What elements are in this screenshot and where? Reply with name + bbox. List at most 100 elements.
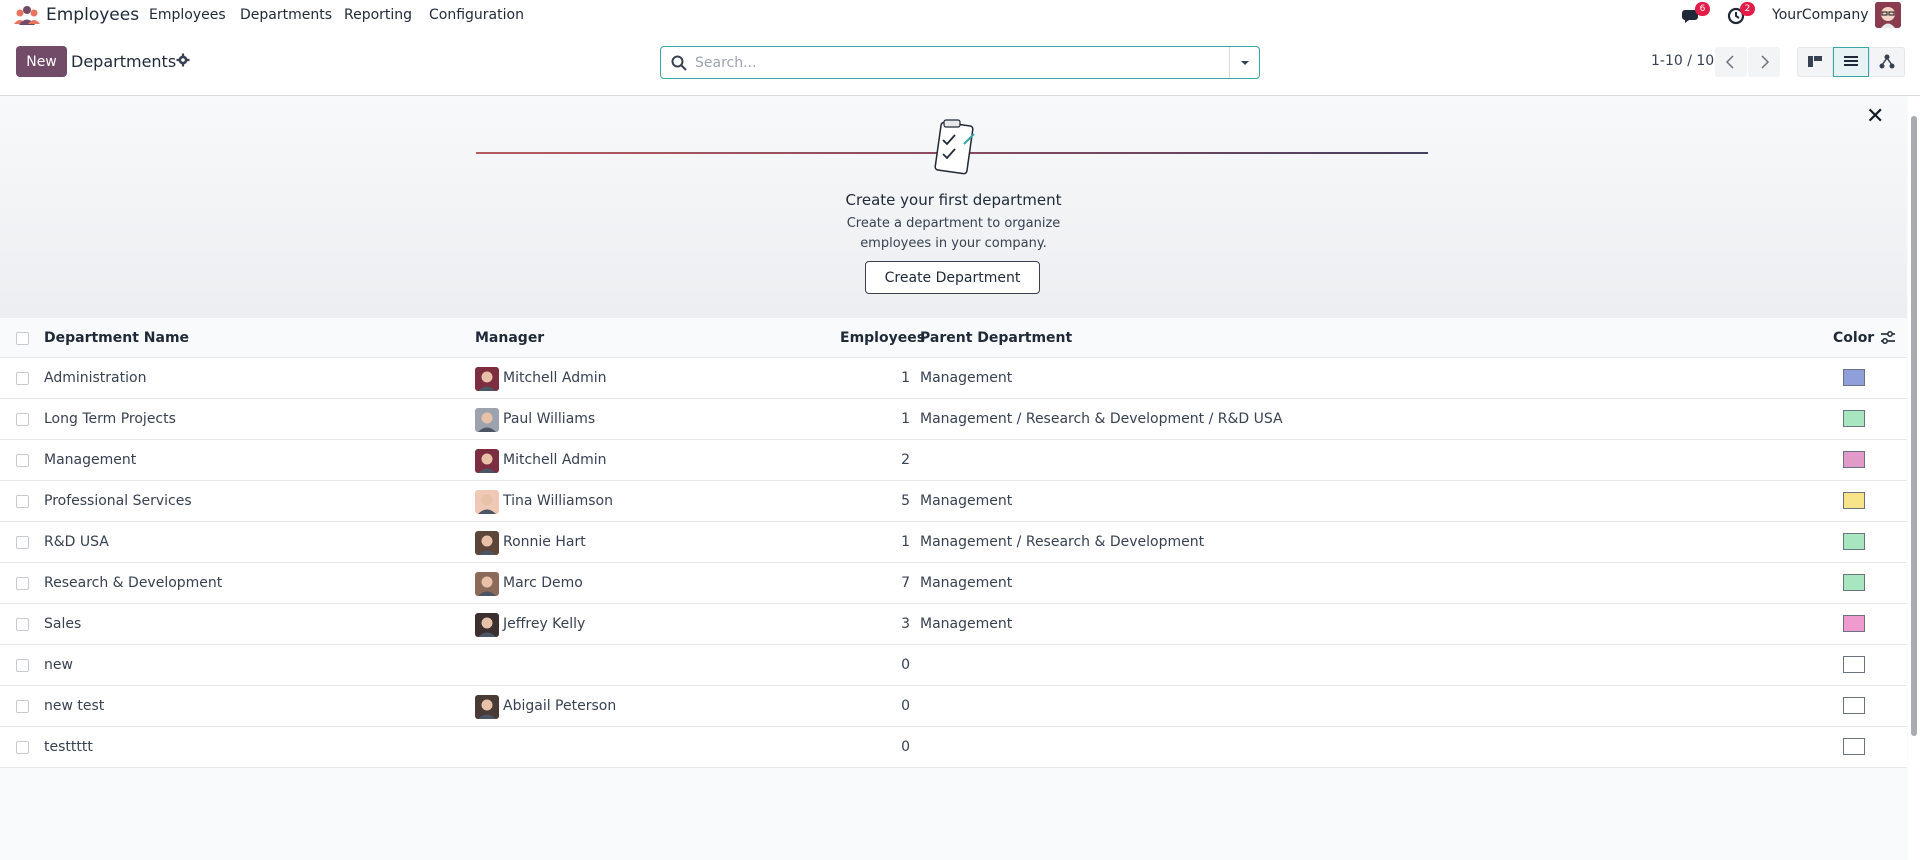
- color-swatch[interactable]: [1843, 533, 1865, 550]
- manager-name-cell[interactable]: Marc Demo: [503, 575, 583, 591]
- color-swatch[interactable]: [1843, 574, 1865, 591]
- pager-next-button[interactable]: [1748, 47, 1780, 77]
- row-checkbox[interactable]: [16, 413, 29, 426]
- menu-employees[interactable]: Employees: [149, 7, 226, 23]
- employee-count-cell: 7: [901, 575, 910, 591]
- department-name-cell[interactable]: Research & Development: [44, 575, 222, 591]
- company-switcher[interactable]: YourCompany: [1772, 7, 1869, 23]
- table-body: Administration Mitchell Admin 1 Management L…: [0, 358, 1907, 768]
- hierarchy-view-button[interactable]: [1869, 47, 1905, 77]
- table-row[interactable]: new 0: [0, 645, 1907, 686]
- manager-name-cell[interactable]: Mitchell Admin: [503, 452, 607, 468]
- department-name-cell[interactable]: new: [44, 657, 73, 673]
- color-swatch[interactable]: [1843, 615, 1865, 632]
- parent-department-cell[interactable]: Management: [920, 370, 1012, 386]
- manager-avatar: [475, 408, 499, 432]
- manager-name-cell[interactable]: Tina Williamson: [503, 493, 613, 509]
- menu-reporting[interactable]: Reporting: [344, 7, 412, 23]
- scrollbar-thumb[interactable]: [1911, 116, 1917, 736]
- activities-button[interactable]: 2: [1727, 2, 1755, 25]
- table-row[interactable]: Administration Mitchell Admin 1 Management: [0, 358, 1907, 399]
- column-header-color[interactable]: Color: [1833, 330, 1874, 346]
- select-all-checkbox[interactable]: [16, 332, 29, 345]
- table-row[interactable]: Professional Services Tina Williamson 5 Man…: [0, 481, 1907, 522]
- department-name-cell[interactable]: Long Term Projects: [44, 411, 176, 427]
- parent-department-cell[interactable]: Management / Research & Development: [920, 534, 1204, 550]
- column-header-name[interactable]: Department Name: [44, 330, 189, 346]
- row-checkbox[interactable]: [16, 536, 29, 549]
- page-scrollbar[interactable]: [1908, 96, 1920, 860]
- manager-name-cell[interactable]: Ronnie Hart: [503, 534, 586, 550]
- row-checkbox[interactable]: [16, 454, 29, 467]
- row-checkbox[interactable]: [16, 618, 29, 631]
- manager-avatar-icon: [475, 572, 499, 596]
- row-checkbox[interactable]: [16, 741, 29, 754]
- parent-department-cell[interactable]: Management / Research & Development / R&…: [920, 411, 1283, 427]
- table-row[interactable]: Research & Development Marc Demo 7 Manageme…: [0, 563, 1907, 604]
- table-row[interactable]: Sales Jeffrey Kelly 3 Management: [0, 604, 1907, 645]
- row-checkbox[interactable]: [16, 577, 29, 590]
- color-swatch[interactable]: [1843, 697, 1865, 714]
- employee-count-cell: 1: [901, 411, 910, 427]
- manager-name-cell[interactable]: Jeffrey Kelly: [503, 616, 585, 632]
- color-swatch[interactable]: [1843, 656, 1865, 673]
- employee-count-cell: 0: [901, 657, 910, 673]
- employee-count-cell: 0: [901, 698, 910, 714]
- manager-name-cell[interactable]: Abigail Peterson: [503, 698, 616, 714]
- pager-value[interactable]: 1-10 / 10: [1651, 53, 1714, 69]
- menu-departments[interactable]: Departments: [240, 7, 332, 23]
- table-row[interactable]: testtttt 0: [0, 727, 1907, 768]
- department-name-cell[interactable]: testtttt: [44, 739, 93, 755]
- optional-columns-icon[interactable]: [1880, 330, 1896, 346]
- chevron-right-icon: [1761, 55, 1770, 69]
- table-row[interactable]: Long Term Projects Paul Williams 1 Manageme…: [0, 399, 1907, 440]
- kanban-view-button[interactable]: [1797, 47, 1833, 77]
- onboarding-banner: Create your first department Create a de…: [0, 96, 1907, 318]
- column-header-employees[interactable]: Employees: [840, 330, 925, 346]
- parent-department-cell[interactable]: Management: [920, 616, 1012, 632]
- row-checkbox[interactable]: [16, 372, 29, 385]
- table-row[interactable]: Management Mitchell Admin 2: [0, 440, 1907, 481]
- manager-name-cell[interactable]: Paul Williams: [503, 411, 595, 427]
- close-icon[interactable]: ✕: [1866, 104, 1884, 129]
- parent-department-cell[interactable]: Management: [920, 575, 1012, 591]
- manager-name-cell[interactable]: Mitchell Admin: [503, 370, 607, 386]
- color-swatch[interactable]: [1843, 738, 1865, 755]
- menu-configuration[interactable]: Configuration: [429, 7, 524, 23]
- app-name[interactable]: Employees: [46, 5, 139, 25]
- employees-app-icon[interactable]: [14, 5, 40, 25]
- parent-department-cell[interactable]: Management: [920, 493, 1012, 509]
- column-header-parent[interactable]: Parent Department: [920, 330, 1072, 346]
- table-row[interactable]: R&D USA Ronnie Hart 1 Management / Research…: [0, 522, 1907, 563]
- department-name-cell[interactable]: Management: [44, 452, 136, 468]
- department-name-cell[interactable]: R&D USA: [44, 534, 109, 550]
- search-input[interactable]: [695, 51, 1215, 75]
- department-name-cell[interactable]: Administration: [44, 370, 146, 386]
- row-checkbox[interactable]: [16, 700, 29, 713]
- manager-avatar: [475, 613, 499, 637]
- department-name-cell[interactable]: new test: [44, 698, 104, 714]
- color-swatch[interactable]: [1843, 451, 1865, 468]
- table-row[interactable]: new test Abigail Peterson 0: [0, 686, 1907, 727]
- employee-count-cell: 5: [901, 493, 910, 509]
- color-swatch[interactable]: [1843, 410, 1865, 427]
- list-view-button[interactable]: [1833, 47, 1869, 77]
- new-button[interactable]: New: [16, 46, 67, 77]
- department-name-cell[interactable]: Professional Services: [44, 493, 192, 509]
- department-name-cell[interactable]: Sales: [44, 616, 81, 632]
- pager-previous-button[interactable]: [1715, 47, 1747, 77]
- row-checkbox[interactable]: [16, 659, 29, 672]
- page-title[interactable]: Departments: [71, 52, 176, 71]
- create-department-button[interactable]: Create Department: [865, 261, 1040, 294]
- hierarchy-icon: [1879, 54, 1895, 69]
- row-checkbox[interactable]: [16, 495, 29, 508]
- gear-icon[interactable]: [176, 53, 190, 67]
- employee-count-cell: 1: [901, 534, 910, 550]
- search-options-toggle[interactable]: [1229, 47, 1259, 78]
- user-avatar[interactable]: [1875, 2, 1901, 28]
- color-swatch[interactable]: [1843, 369, 1865, 386]
- column-header-manager[interactable]: Manager: [475, 330, 544, 346]
- color-swatch[interactable]: [1843, 492, 1865, 509]
- messages-button[interactable]: 6: [1682, 2, 1710, 25]
- search-icon: [671, 55, 687, 71]
